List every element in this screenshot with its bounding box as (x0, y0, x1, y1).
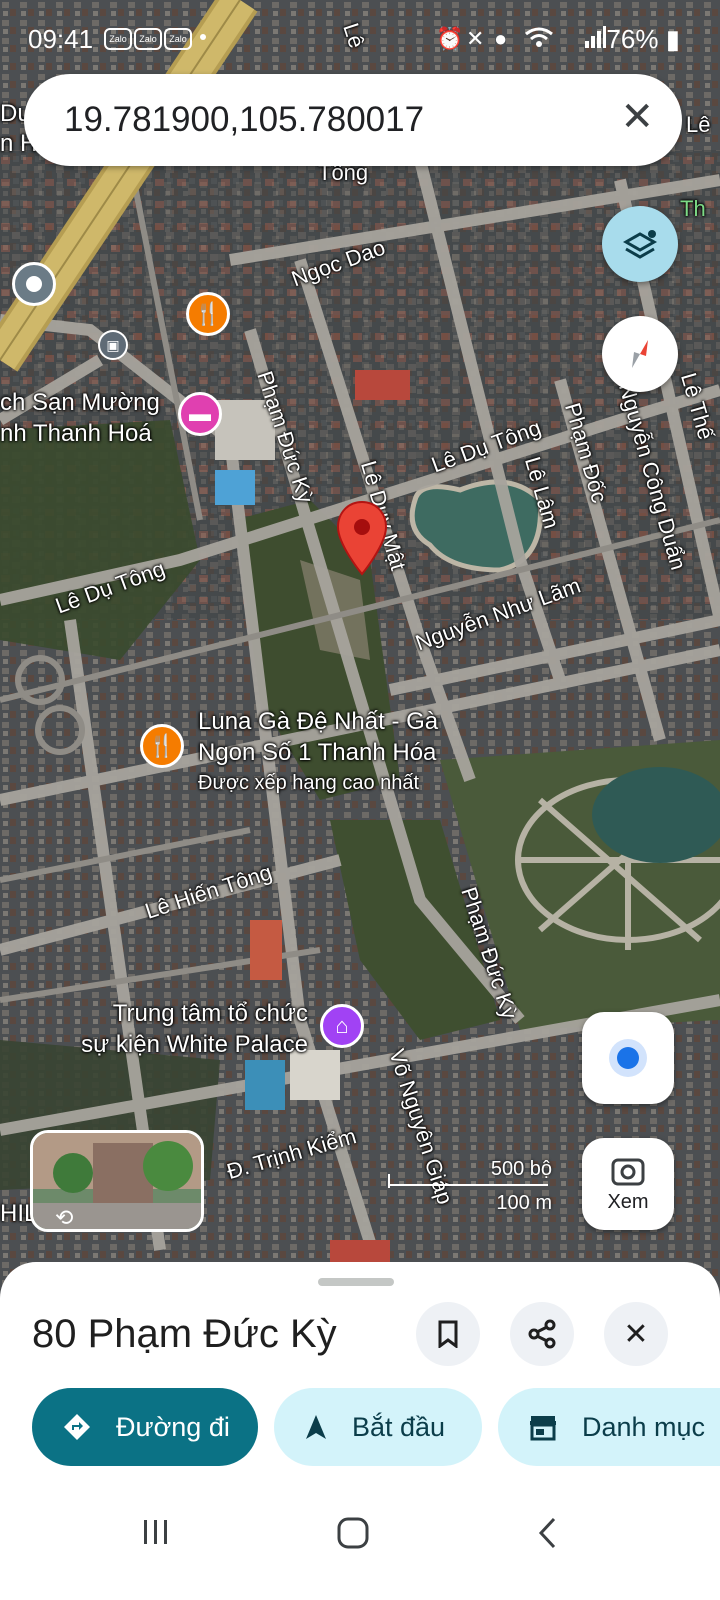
zalo-notification-icon: Zalo (134, 28, 162, 50)
zalo-notification-icon: Zalo (164, 28, 192, 50)
close-sheet-button[interactable]: ✕ (604, 1302, 668, 1366)
lens-button[interactable]: Xem (582, 1138, 674, 1230)
status-bar: 09:41 Zalo Zalo Zalo ⏰ ✕ ● 76% ▮ (0, 0, 720, 78)
location-marker-icon[interactable] (12, 262, 56, 306)
close-icon: ✕ (623, 1317, 649, 1351)
wifi-icon (524, 26, 554, 54)
restaurant-icon[interactable]: 🍴 (186, 292, 230, 336)
street-view-thumbnail[interactable]: ⟲ (30, 1130, 204, 1232)
map-scale: 500 bộ 100 m (386, 1154, 552, 1218)
bookmark-icon (438, 1320, 458, 1348)
poi-event-label[interactable]: Trung tâm tổ chức sự kiện White Palace (54, 998, 308, 1060)
poi-hotel-line: nh Thanh Hoá (0, 420, 152, 447)
battery-level: 76% ▮ (606, 24, 680, 54)
save-button[interactable] (416, 1302, 480, 1366)
event-venue-icon[interactable]: ⌂ (320, 1004, 364, 1048)
start-label: Bắt đầu (352, 1411, 446, 1442)
my-location-icon[interactable] (582, 1012, 674, 1104)
poi-event-line: Trung tâm tổ chức (112, 1000, 308, 1027)
drag-handle[interactable] (318, 1278, 394, 1286)
zalo-notification-icon: Zalo (104, 28, 132, 50)
poi-restaurant-line: Luna Gà Đệ Nhất - Gà (198, 708, 439, 735)
signal-icon (584, 26, 606, 54)
status-time: 09:41 (28, 24, 94, 54)
mute-icon: ✕ (466, 26, 485, 51)
system-nav-bar (0, 1476, 720, 1600)
bus-stop-icon[interactable]: ▣ (98, 330, 128, 360)
home-button[interactable] (336, 1516, 370, 1555)
poi-hotel-label[interactable]: ch Sạn Mường nh Thanh Hoá (0, 387, 160, 449)
close-icon[interactable]: ✕ (620, 94, 654, 140)
share-button[interactable] (510, 1302, 574, 1366)
hotel-icon[interactable]: ▬ (178, 392, 222, 436)
battery-text: 76% (606, 24, 659, 54)
street-label: Lê (686, 112, 711, 137)
scale-feet: 500 bộ (490, 1158, 552, 1180)
poi-event-line: sự kiện White Palace (81, 1031, 308, 1058)
back-button[interactable] (536, 1516, 560, 1555)
poi-restaurant-label[interactable]: Luna Gà Đệ Nhất - Gà Ngon Số 1 Thanh Hóa… (198, 706, 438, 799)
directions-button[interactable]: Đường đi (32, 1388, 258, 1466)
start-button[interactable]: Bắt đầu (274, 1388, 482, 1466)
layers-icon[interactable] (602, 206, 678, 282)
camera-lens-icon (611, 1158, 645, 1185)
category-button[interactable]: Danh mục (498, 1388, 720, 1466)
alarm-icon: ⏰ (436, 26, 464, 51)
poi-restaurant-rating: Được xếp hạng cao nhất (198, 772, 420, 794)
directions-label: Đường đi (116, 1411, 230, 1442)
lens-label: Xem (607, 1190, 649, 1213)
restaurant-icon[interactable]: 🍴 (140, 724, 184, 768)
share-icon (528, 1319, 556, 1349)
more-notifications-icon (200, 34, 206, 40)
directions-icon (62, 1412, 92, 1442)
street-label: Th (680, 196, 706, 221)
poi-hotel-line: ch Sạn Mường (0, 389, 160, 416)
search-query[interactable]: 19.781900,105.780017 (64, 100, 424, 140)
search-bar[interactable]: 19.781900,105.780017 ✕ (24, 74, 682, 166)
location-status-icon: ● (494, 26, 508, 51)
place-title: 80 Phạm Đức Kỳ (32, 1312, 337, 1356)
navigation-arrow-icon (304, 1413, 328, 1441)
category-label: Danh mục (582, 1411, 706, 1442)
rotate-360-icon: ⟲ (55, 1205, 74, 1230)
compass-icon[interactable] (602, 316, 678, 392)
scale-meters: 100 m (496, 1192, 552, 1214)
store-icon (528, 1413, 558, 1441)
recent-apps-button[interactable] (140, 1516, 172, 1553)
poi-restaurant-line: Ngon Số 1 Thanh Hóa (198, 739, 437, 766)
